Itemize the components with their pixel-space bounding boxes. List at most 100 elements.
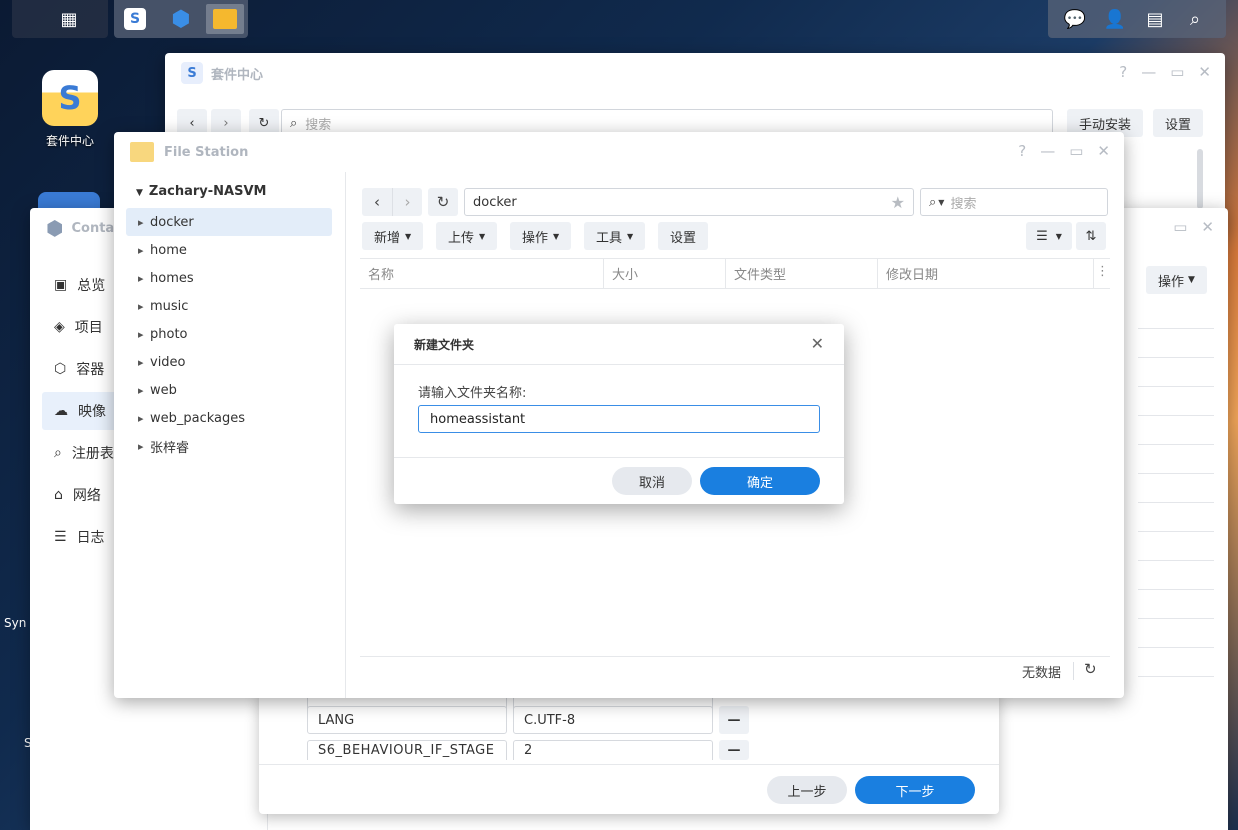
file-station-taskbar-icon[interactable]: [206, 4, 244, 34]
tree-item-video[interactable]: video: [126, 348, 332, 376]
sort-icon: ⇅: [1085, 228, 1097, 244]
env-key-input[interactable]: S6_BEHAVIOUR_IF_STAGE: [307, 740, 507, 760]
tree-item-music[interactable]: music: [126, 292, 332, 320]
table-row: [1138, 647, 1214, 648]
path-text: docker: [473, 194, 517, 210]
maximize-icon[interactable]: ▭: [1069, 142, 1083, 160]
folder-name-label: 请输入文件夹名称:: [418, 386, 527, 401]
container-manager-icon: ⬢: [46, 216, 64, 240]
list-view-icon: ☰: [1036, 228, 1048, 244]
scrollbar[interactable]: [1197, 149, 1203, 209]
button-label: 操作: [522, 230, 549, 246]
table-row: [1138, 473, 1214, 474]
tree-root[interactable]: ▼ Zachary-NASVM: [136, 184, 266, 199]
column-header-size[interactable]: 大小: [604, 258, 726, 288]
upload-button[interactable]: 上传 ▼: [436, 222, 498, 250]
taskbar-main-menu[interactable]: ▦: [12, 0, 108, 38]
column-header-name[interactable]: 名称: [360, 258, 604, 288]
folder-name-input[interactable]: [418, 405, 820, 433]
button-label: 上传: [448, 230, 475, 246]
widgets-icon[interactable]: ▤: [1140, 4, 1170, 34]
env-key-input[interactable]: LANG: [307, 706, 507, 734]
column-options-icon[interactable]: ⋮: [1096, 264, 1109, 279]
maximize-icon[interactable]: ▭: [1170, 63, 1184, 81]
table-row: [1138, 589, 1214, 590]
tools-button[interactable]: 工具 ▼: [584, 222, 646, 250]
create-button[interactable]: 新增 ▼: [362, 222, 424, 250]
minimize-icon[interactable]: —: [1040, 142, 1055, 160]
folder-tree: ▼ Zachary-NASVM docker home homes music p…: [114, 172, 346, 698]
close-icon[interactable]: ✕: [1097, 142, 1110, 160]
remove-env-button[interactable]: —: [719, 706, 749, 734]
ok-button[interactable]: 确定: [700, 467, 820, 495]
window-controls: ? — ▭ ✕: [1018, 142, 1110, 160]
container-manager-taskbar-icon[interactable]: ⬢: [166, 4, 196, 34]
tree-item-web[interactable]: web: [126, 376, 332, 404]
close-icon[interactable]: ✕: [1201, 218, 1214, 236]
help-icon[interactable]: ?: [1018, 142, 1026, 160]
forward-button[interactable]: ›: [392, 188, 422, 216]
column-header-modified[interactable]: 修改日期: [878, 258, 1094, 288]
maximize-icon[interactable]: ▭: [1173, 218, 1187, 236]
desktop-icon-label: 套件中心: [45, 134, 94, 148]
file-search-input[interactable]: ⌕ ▼ 搜索: [920, 188, 1108, 216]
home-network-icon: ⌂: [54, 487, 63, 503]
refresh-button[interactable]: ↻: [428, 188, 458, 216]
tree-item-homes[interactable]: homes: [126, 264, 332, 292]
divider: [1073, 662, 1074, 680]
window-title: Conta: [71, 220, 115, 236]
package-settings-button[interactable]: 设置: [1153, 109, 1204, 137]
env-value-input[interactable]: C.UTF-8: [513, 706, 713, 734]
cancel-button[interactable]: 取消: [612, 467, 692, 495]
table-row: [1138, 328, 1214, 329]
divider: [394, 364, 844, 365]
table-row: [1138, 386, 1214, 387]
search-placeholder: 搜索: [950, 196, 977, 212]
taskbar-apps: S ⬢: [114, 0, 248, 38]
table-row: [1138, 531, 1214, 532]
column-header-type[interactable]: 文件类型: [726, 258, 878, 288]
sidebar-item-label: 网络: [72, 488, 101, 504]
sort-button[interactable]: ⇅: [1076, 222, 1106, 250]
back-button[interactable]: ‹: [362, 188, 392, 216]
container-wizard-panel: LANG C.UTF-8 — S6_BEHAVIOUR_IF_STAGE 2 —…: [259, 686, 999, 814]
view-mode-button[interactable]: ☰ ▼: [1026, 222, 1072, 250]
button-label: 工具: [596, 230, 623, 246]
user-icon[interactable]: 👤: [1100, 4, 1130, 34]
package-center-taskbar-icon[interactable]: S: [120, 4, 150, 34]
tree-item-photo[interactable]: photo: [126, 320, 332, 348]
sidebar-item-label: 日志: [76, 530, 105, 546]
minimize-icon[interactable]: —: [1141, 63, 1156, 81]
table-row: [1138, 502, 1214, 503]
window-controls: ▭ ✕: [1173, 218, 1214, 236]
next-step-button[interactable]: 下一步: [855, 776, 975, 804]
desktop-icon-package-center[interactable]: S 套件中心: [30, 70, 110, 149]
prev-step-button[interactable]: 上一步: [767, 776, 847, 804]
path-bar[interactable]: docker ★: [464, 188, 914, 216]
grid-icon[interactable]: ▦: [54, 4, 84, 34]
close-icon[interactable]: ✕: [811, 334, 824, 353]
tree-item-user-folder[interactable]: 张梓睿: [126, 432, 332, 460]
caret-down-icon: ▼: [627, 231, 634, 241]
sidebar-item-label: 映像: [78, 404, 106, 420]
settings-button[interactable]: 设置: [658, 222, 709, 250]
tree-item-web-packages[interactable]: web_packages: [126, 404, 332, 432]
action-button[interactable]: 操作 ▼: [510, 222, 572, 250]
tree-item-docker[interactable]: docker: [126, 208, 332, 236]
caret-down-icon: ▼: [553, 231, 560, 241]
folder-icon: [130, 142, 154, 162]
close-icon[interactable]: ✕: [1198, 63, 1211, 81]
search-placeholder: 搜索: [305, 117, 332, 133]
help-icon[interactable]: ?: [1119, 63, 1127, 81]
refresh-icon[interactable]: ↻: [1084, 660, 1097, 678]
divider: [394, 457, 844, 458]
remove-env-button[interactable]: —: [719, 740, 749, 760]
star-icon[interactable]: ★: [891, 193, 905, 212]
container-action-button[interactable]: 操作 ▼: [1146, 266, 1207, 294]
search-icon: ⌕: [290, 115, 298, 131]
env-value-input[interactable]: 2: [513, 740, 713, 760]
tree-item-home[interactable]: home: [126, 236, 332, 264]
chat-icon[interactable]: 💬: [1060, 4, 1090, 34]
taskbar-tray: 💬 👤 ▤ ⌕: [1048, 0, 1226, 38]
search-icon[interactable]: ⌕: [1180, 4, 1210, 34]
